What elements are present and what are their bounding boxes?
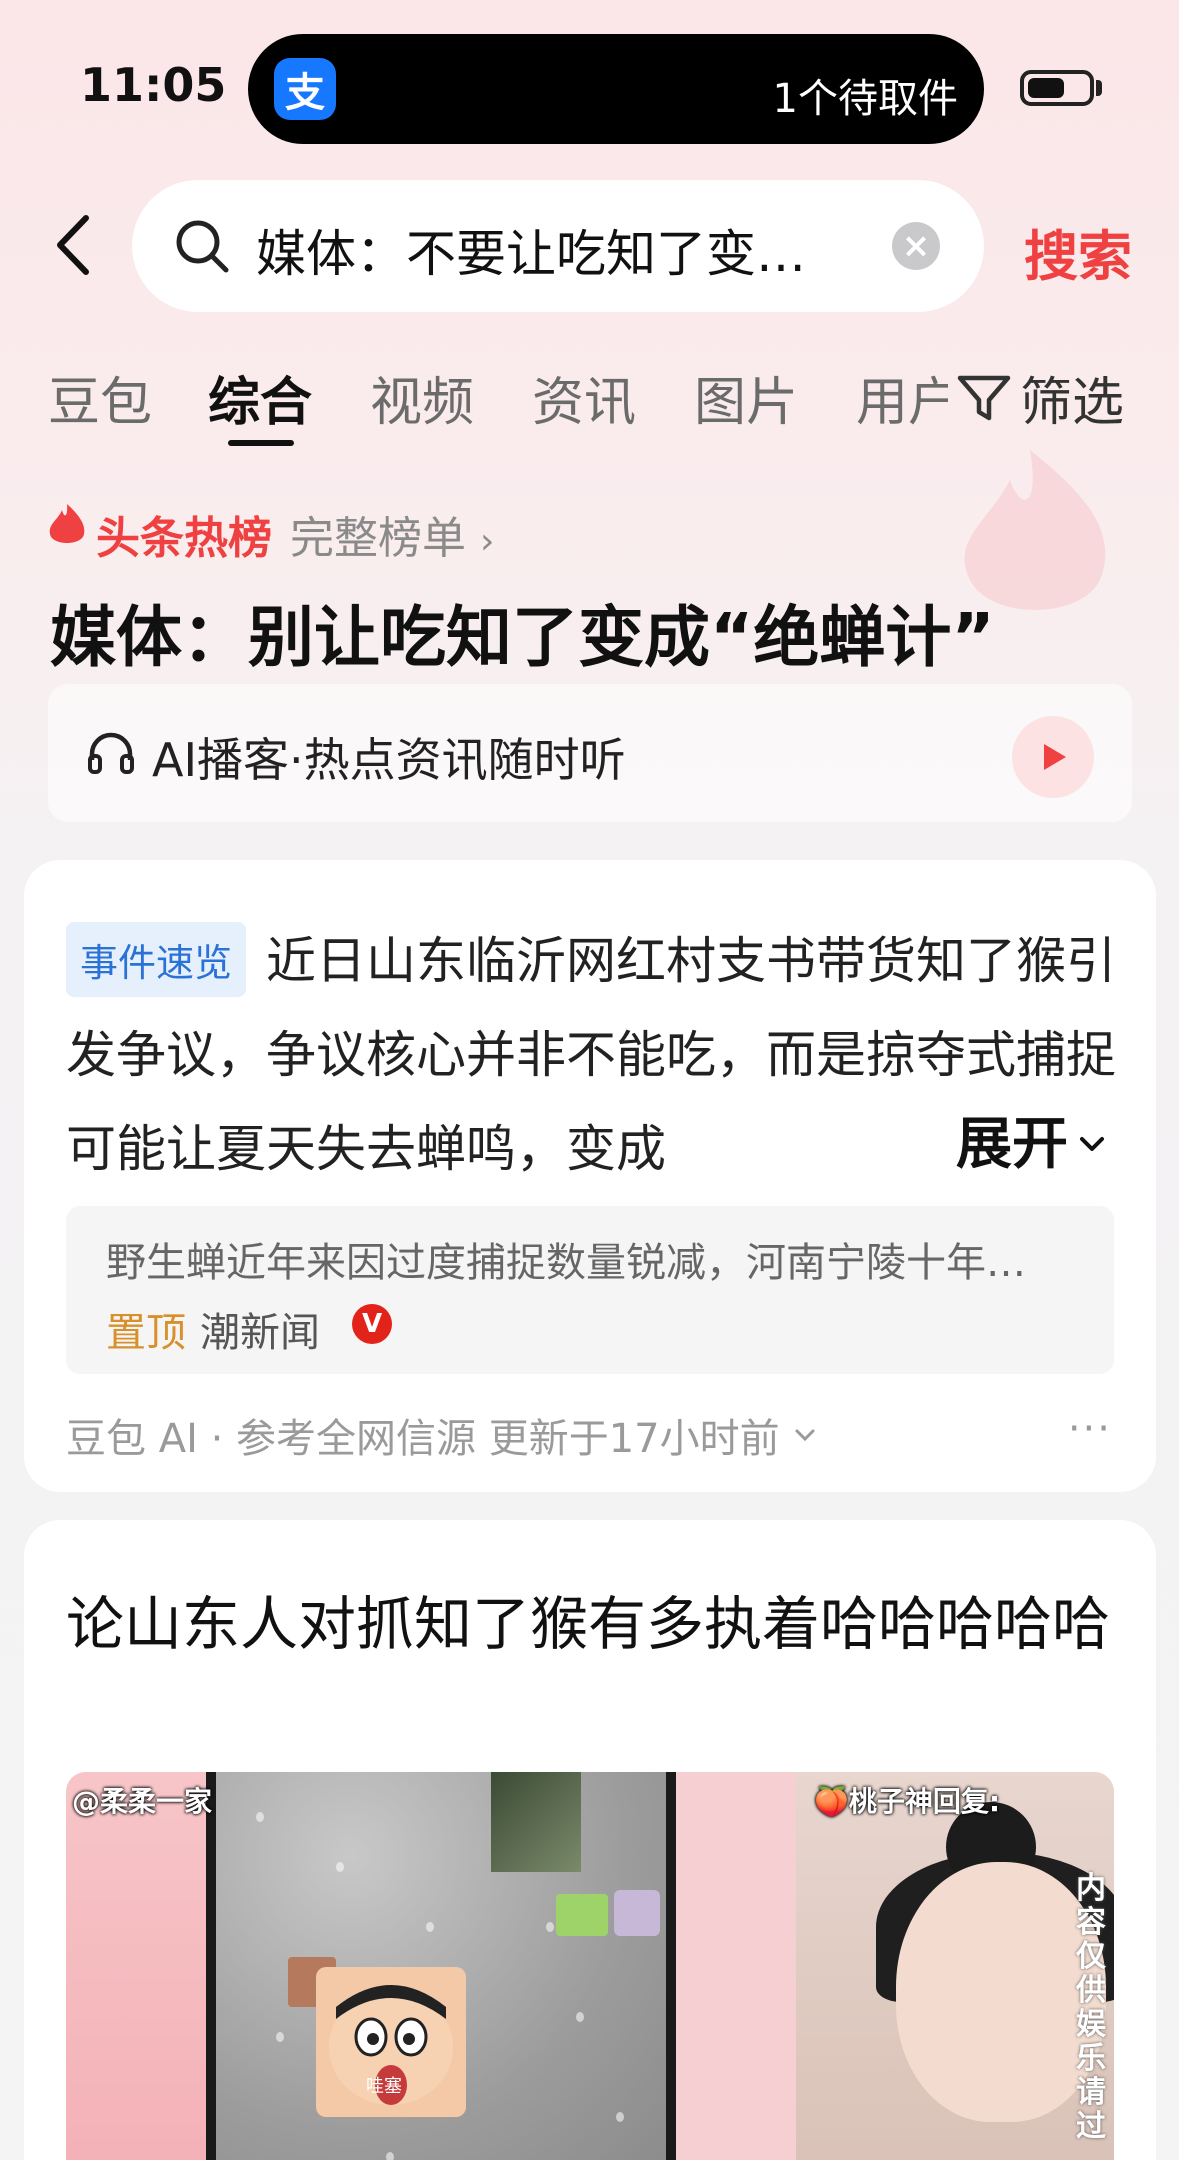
podcast-label: AI播客·热点资讯随时听 (152, 733, 626, 787)
back-button[interactable] (48, 210, 98, 280)
more-options-button[interactable]: ··· (1068, 1406, 1112, 1452)
person-face (896, 1862, 1106, 2122)
plant-photo (491, 1772, 581, 1872)
source-article[interactable]: 野生蝉近年来因过度捕捉数量锐减，河南宁陵十年… 置顶 潮新闻 V (66, 1206, 1114, 1374)
chevron-left-icon (57, 215, 89, 275)
tab-images[interactable]: 图片 (694, 360, 798, 435)
tab-doubao[interactable]: 豆包 (48, 360, 152, 435)
full-list-label: 完整榜单 (290, 513, 466, 564)
full-list-link[interactable]: 完整榜单 › (290, 502, 494, 566)
search-icon (174, 218, 230, 278)
flame-icon (46, 502, 88, 554)
source-snippet: 野生蝉近年来因过度捕捉数量锐减，河南宁陵十年… (106, 1240, 1026, 1286)
chevron-down-icon (795, 1429, 815, 1442)
search-query-text[interactable]: 媒体：不要让吃知了变… (256, 214, 996, 286)
post-thumbnail[interactable]: 哇塞 @柔柔一家 🍑桃子神回复: 内容仅供娱乐请过 (66, 1772, 1114, 2160)
tab-comprehensive[interactable]: 综合 (208, 360, 312, 435)
emoji-sticker (556, 1894, 608, 1936)
filter-label: 筛选 (1020, 373, 1125, 433)
search-button[interactable]: 搜索 (1024, 212, 1132, 291)
tab-video[interactable]: 视频 (370, 360, 474, 435)
post-card[interactable]: 论山东人对抓知了猴有多执着哈哈哈哈哈 哇塞 @柔柔一家 🍑桃子神回复: 内容仅供… (24, 1520, 1156, 2160)
alipay-app-icon: 支 (274, 58, 336, 120)
tab-users[interactable]: 用户 (856, 360, 948, 435)
status-time: 11:05 (80, 58, 227, 112)
headphones-icon (86, 728, 136, 782)
play-icon (1044, 744, 1066, 770)
active-tab-indicator (228, 440, 294, 446)
post-title[interactable]: 论山东人对抓知了猴有多执着哈哈哈哈哈 (66, 1578, 1126, 1670)
hot-list-label[interactable]: 头条热榜 (96, 502, 272, 566)
battery-icon (1020, 70, 1094, 106)
battery-cap (1096, 80, 1102, 96)
clear-icon[interactable]: × (892, 222, 940, 270)
pinned-label: 置顶 (106, 1310, 186, 1356)
dynamic-island[interactable]: 支 1个待取件 (248, 34, 984, 144)
sticker-caption: 哇塞 (366, 2076, 402, 2097)
play-button[interactable] (1012, 716, 1094, 798)
thumbnail-username: @柔柔一家 (72, 1785, 213, 1818)
filter-icon (957, 375, 1011, 420)
search-input[interactable]: 媒体：不要让吃知了变… × (132, 180, 984, 312)
expand-button[interactable]: 展开 (956, 1098, 1110, 1192)
event-badge: 事件速览 (66, 922, 247, 997)
ai-podcast-bar[interactable]: AI播客·热点资讯随时听 (48, 684, 1132, 822)
filter-button[interactable]: 筛选 (956, 360, 1124, 435)
chevron-down-icon (1080, 1137, 1104, 1151)
event-summary-card[interactable]: 近日山东临沂网红村支书带货知了猴引发争议，争议核心并非不能吃，而是掠夺式捕捉可能… (24, 860, 1156, 1492)
ai-meta-text: 豆包 AI · 参考全网信源 更新于17小时前 (66, 1416, 780, 1462)
thumbnail-reply-label: 🍑桃子神回复: (814, 1785, 1001, 1818)
expand-label: 展开 (956, 1112, 1068, 1177)
publisher-name: 潮新闻 (200, 1310, 320, 1356)
mini-avatar (614, 1890, 660, 1936)
verified-badge-icon: V (352, 1304, 392, 1344)
ai-source-meta[interactable]: 豆包 AI · 参考全网信源 更新于17小时前 (66, 1406, 820, 1464)
thumbnail-disclaimer: 内容仅供娱乐请过 (1076, 1871, 1106, 2144)
island-pickup-text: 1个待取件 (772, 76, 958, 122)
hot-headline[interactable]: 媒体：别让吃知了变成“绝蝉计” (50, 584, 995, 680)
chevron-right-icon: › (480, 521, 495, 562)
tab-news[interactable]: 资讯 (532, 360, 636, 435)
